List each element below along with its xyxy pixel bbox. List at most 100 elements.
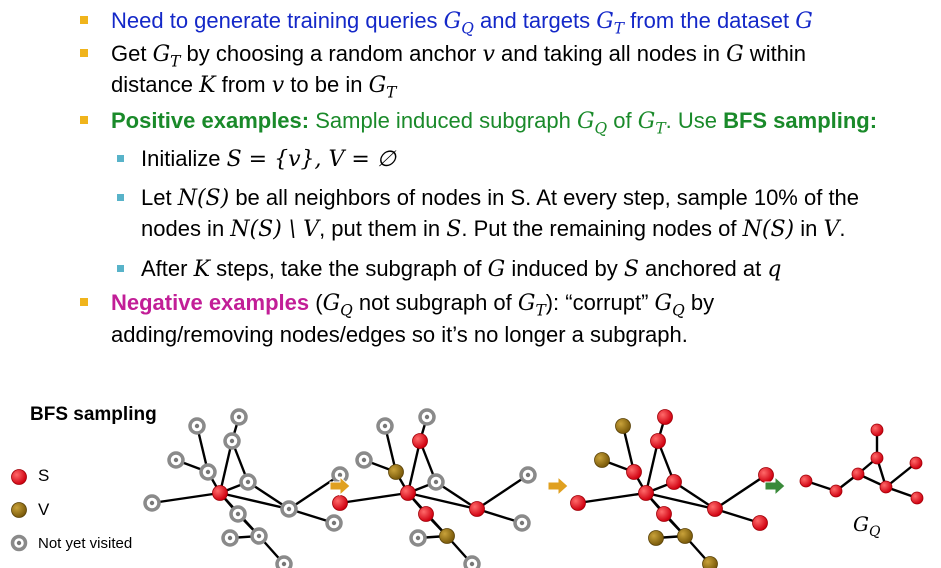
legend: [10, 469, 28, 552]
node-unvisited-core: [361, 457, 367, 463]
math-gq: GQ: [654, 291, 685, 320]
node-s: [666, 474, 682, 490]
edge: [339, 491, 409, 505]
node-s: [400, 485, 416, 501]
math-gt: GT: [368, 73, 397, 102]
node-unvisited-core: [227, 535, 233, 541]
node-unvisited-core: [235, 511, 241, 517]
node-s: [418, 506, 434, 522]
node-unvisited-core: [519, 520, 525, 526]
node-s: [758, 467, 774, 483]
node-v: [615, 418, 631, 434]
node-s: [656, 506, 672, 522]
positive-label: Positive examples:: [111, 108, 310, 133]
math-gt: GT: [596, 9, 625, 38]
bullet-4-line-1: Negative examples (GQ not subgraph of GT…: [111, 290, 715, 320]
edge: [714, 474, 767, 510]
node-unvisited-core: [173, 457, 179, 463]
sub-bullet-marker: [117, 155, 124, 162]
node-unvisited-core: [16, 540, 22, 546]
node-s: [879, 480, 893, 494]
node-unvisited-core: [331, 520, 337, 526]
node-v: [439, 528, 455, 544]
node-s: [638, 485, 654, 501]
edge: [151, 491, 221, 505]
node-s: [650, 433, 666, 449]
edge: [577, 491, 647, 505]
edge: [406, 440, 422, 494]
node-s: [570, 495, 586, 511]
node-unvisited-core: [415, 535, 421, 541]
graph-step-2: [570, 409, 774, 568]
node-unvisited-core: [229, 438, 235, 444]
node-s: [626, 464, 642, 480]
negative-label: Negative examples: [111, 290, 310, 315]
node-s: [412, 433, 428, 449]
bullet-marker: [80, 298, 88, 306]
sub-bullet-marker: [117, 265, 124, 272]
math-gt: GT: [152, 42, 181, 71]
node-unvisited-core: [286, 506, 292, 512]
math-g: G: [795, 9, 813, 34]
sub-bullet-1: Initialize S = {v}, V = ∅: [141, 146, 396, 172]
math-gq: GQ: [576, 109, 608, 138]
legend-label-v: V: [38, 500, 50, 519]
node-s: [332, 495, 348, 511]
legend-label-s: S: [38, 466, 50, 485]
node-unvisited-core: [236, 414, 242, 420]
node-s: [212, 485, 228, 501]
text: and targets: [473, 8, 597, 33]
node-unvisited-core: [245, 479, 251, 485]
node-unvisited-core: [469, 561, 475, 567]
node-s: [909, 456, 923, 470]
node-v: [677, 528, 693, 544]
graph-step-0: [143, 408, 349, 568]
node-s: [469, 501, 485, 517]
node-s: [829, 484, 843, 498]
math-gq: GQ: [322, 291, 353, 320]
bfs-figure: [10, 408, 924, 568]
bullet-2-line-1: Get GT by choosing a random anchor v and…: [111, 41, 807, 71]
sub-bullet-marker: [117, 194, 124, 201]
node-unvisited-core: [382, 423, 388, 429]
math-gt: GT: [637, 109, 666, 138]
node-s: [870, 423, 884, 437]
node-unvisited-core: [433, 479, 439, 485]
math-init: S = {v}, V = ∅: [226, 147, 396, 172]
node-s: [851, 467, 865, 481]
sub-bullet-2-line-2: nodes in N(S) \ V, put them in S. Put th…: [141, 216, 846, 242]
text: Need to generate training queries: [111, 8, 444, 33]
node-v: [388, 464, 404, 480]
gq-label: GQ: [853, 512, 881, 540]
legend-label-unvisited: Not yet visited: [38, 535, 133, 552]
node-s: [910, 491, 924, 505]
bullet-marker: [80, 16, 88, 24]
edge: [476, 474, 529, 510]
node-v: [702, 556, 718, 568]
sub-bullet-2-line-1: Let N(S) be all neighbors of nodes in S.…: [141, 185, 860, 211]
bullet-2-line-2: distance K from v to be in GT: [111, 72, 397, 102]
node-s: [752, 515, 768, 531]
edge: [644, 440, 660, 494]
node-unvisited-core: [256, 533, 262, 539]
bullet-marker: [80, 116, 88, 124]
node-v: [11, 502, 27, 518]
text: from the dataset: [624, 8, 796, 33]
bullet-4-line-2: adding/removing nodes/edges so it’s no l…: [111, 322, 688, 347]
node-s: [870, 451, 884, 465]
sub-bullet-3: After K steps, take the subgraph of G in…: [141, 256, 782, 282]
node-unvisited-core: [281, 561, 287, 567]
bullet-1: Need to generate training queries GQ and…: [111, 8, 813, 41]
graph-step-1: [332, 408, 537, 568]
node-unvisited-core: [205, 469, 211, 475]
graph-gq: [799, 423, 924, 505]
bfs-label: BFS sampling:: [723, 108, 878, 133]
node-unvisited-core: [525, 472, 531, 478]
node-v: [594, 452, 610, 468]
node-s: [11, 469, 27, 485]
node-v: [648, 530, 664, 546]
node-unvisited-core: [194, 423, 200, 429]
bullet-marker: [80, 49, 88, 57]
arrow-icon: [547, 475, 569, 497]
node-s: [657, 409, 673, 425]
